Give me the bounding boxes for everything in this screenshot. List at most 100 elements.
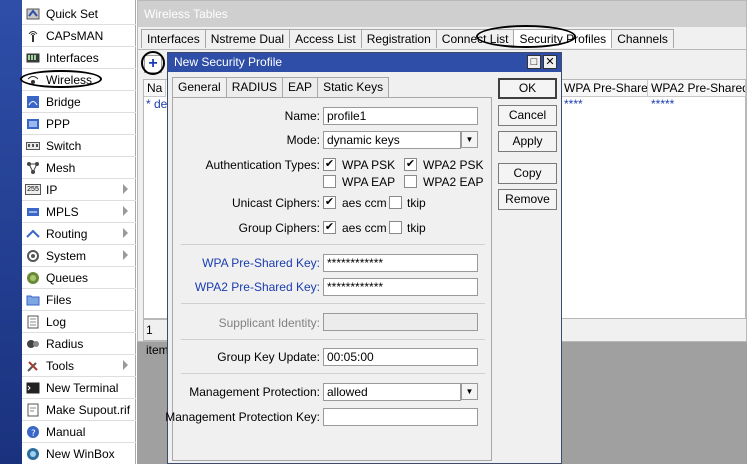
wpa2-psk-checkbox[interactable]: ✔	[404, 158, 417, 171]
column-header-wpa2-psk[interactable]: WPA2 Pre-Shared...	[648, 80, 746, 97]
sidebar-item-queues[interactable]: Queues	[22, 267, 136, 289]
sidebar-item-make-supout[interactable]: Make Supout.rif	[22, 399, 136, 421]
routing-icon	[25, 227, 41, 241]
wpa2-psk-label: WPA2 PSK	[423, 158, 484, 172]
remove-button[interactable]: Remove	[498, 189, 557, 210]
wpa-psk-key-field[interactable]: ************	[323, 254, 478, 272]
management-protection-dropdown-icon[interactable]: ▼	[461, 383, 478, 400]
unicast-tkip-checkbox[interactable]	[389, 196, 402, 209]
sidebar-item-switch[interactable]: Switch	[22, 135, 136, 157]
window-title: Wireless Tables	[138, 1, 746, 27]
mode-label: Mode:	[286, 133, 320, 147]
sidebar-item-label: New WinBox	[46, 446, 115, 461]
new-security-profile-dialog: New Security Profile □ ✕ General RADIUS …	[165, 52, 562, 464]
tab-static-keys[interactable]: Static Keys	[317, 77, 390, 97]
sidebar-item-log[interactable]: Log	[22, 311, 136, 333]
wpa2-psk-key-label: WPA2 Pre-Shared Key:	[194, 280, 320, 294]
ppp-icon	[25, 117, 41, 131]
bridge-icon	[25, 95, 41, 109]
sidebar-item-radius[interactable]: Radius	[22, 333, 136, 355]
tab-general[interactable]: General	[172, 77, 227, 98]
row-wpa-psk: ****	[564, 97, 583, 111]
submenu-arrow-icon	[123, 228, 128, 238]
tab-security-profiles[interactable]: Security Profiles	[513, 29, 613, 48]
maximize-button[interactable]: □	[527, 55, 541, 69]
group-aes-ccm-label: aes ccm	[342, 221, 387, 235]
sidebar-item-label: Files	[46, 292, 72, 307]
group-tkip-label: tkip	[407, 221, 426, 235]
sidebar-item-manual[interactable]: ? Manual	[22, 421, 136, 443]
tab-interfaces[interactable]: Interfaces	[141, 29, 206, 48]
sidebar-item-label: Manual	[46, 424, 86, 439]
wpa-eap-checkbox[interactable]	[323, 175, 336, 188]
switch-icon	[25, 139, 41, 153]
manual-icon: ?	[25, 425, 41, 439]
management-protection-select[interactable]: allowed	[323, 383, 461, 401]
group-aes-ccm-checkbox[interactable]: ✔	[323, 221, 336, 234]
column-header-name[interactable]: Na	[144, 80, 166, 97]
wpa2-psk-key-field[interactable]: ************	[323, 278, 478, 296]
sidebar-item-capsman[interactable]: CAPsMAN	[22, 25, 136, 47]
wpa-psk-checkbox[interactable]: ✔	[323, 158, 336, 171]
group-key-update-field[interactable]: 00:05:00	[323, 348, 478, 366]
management-protection-key-label: Management Protection Key:	[165, 410, 320, 424]
sidebar-brand-stripe	[0, 0, 22, 464]
mode-dropdown-icon[interactable]: ▼	[461, 131, 478, 148]
add-button[interactable]: +	[144, 55, 162, 73]
submenu-arrow-icon	[123, 250, 128, 260]
sidebar-item-files[interactable]: Files	[22, 289, 136, 311]
sidebar-item-ip[interactable]: 255 IP	[22, 179, 136, 201]
unicast-ciphers-label: Unicast Ciphers:	[231, 196, 320, 210]
interfaces-icon	[25, 51, 41, 65]
sidebar-item-interfaces[interactable]: Interfaces	[22, 47, 136, 69]
sidebar-item-label: System	[46, 248, 87, 263]
mesh-icon	[25, 161, 41, 175]
name-field[interactable]: profile1	[323, 107, 478, 125]
group-ciphers-label: Group Ciphers:	[238, 221, 320, 235]
mode-select[interactable]: dynamic keys	[323, 131, 461, 149]
sidebar-item-new-terminal[interactable]: New Terminal	[22, 377, 136, 399]
wpa2-eap-checkbox[interactable]	[404, 175, 417, 188]
group-tkip-checkbox[interactable]	[389, 221, 402, 234]
tab-nstreme-dual[interactable]: Nstreme Dual	[204, 29, 291, 48]
tab-eap[interactable]: EAP	[282, 77, 319, 97]
tab-radius[interactable]: RADIUS	[225, 77, 284, 97]
tab-channels[interactable]: Channels	[611, 29, 674, 48]
ok-button[interactable]: OK	[498, 78, 557, 99]
wpa-eap-label: WPA EAP	[342, 175, 396, 189]
sidebar-item-mpls[interactable]: MPLS	[22, 201, 136, 223]
sidebar-item-tools[interactable]: Tools	[22, 355, 136, 377]
dialog-title: New Security Profile	[168, 53, 561, 72]
log-icon	[25, 315, 41, 329]
sidebar-item-wireless[interactable]: Wireless	[22, 69, 136, 91]
unicast-aes-ccm-label: aes ccm	[342, 196, 387, 210]
row-marker: *	[146, 97, 151, 111]
column-header-wpa-psk[interactable]: WPA Pre-Shared ...	[561, 80, 648, 97]
sidebar-item-label: PPP	[46, 116, 71, 131]
dialog-tabs: General RADIUS EAP Static Keys	[172, 77, 390, 98]
tools-icon	[25, 359, 41, 373]
management-protection-key-field[interactable]	[323, 408, 478, 426]
submenu-arrow-icon	[123, 360, 128, 370]
unicast-aes-ccm-checkbox[interactable]: ✔	[323, 196, 336, 209]
sidebar-item-routing[interactable]: Routing	[22, 223, 136, 245]
sidebar-item-quick-set[interactable]: Quick Set	[22, 3, 136, 25]
close-button[interactable]: ✕	[543, 55, 557, 69]
sidebar-item-label: Wireless	[46, 72, 93, 87]
sidebar-item-label: Bridge	[46, 94, 81, 109]
quick-set-icon	[25, 7, 41, 21]
tab-access-list[interactable]: Access List	[289, 29, 362, 48]
sidebar-item-new-winbox[interactable]: New WinBox	[22, 443, 136, 464]
auth-types-label: Authentication Types:	[205, 158, 320, 172]
sidebar-item-bridge[interactable]: Bridge	[22, 91, 136, 113]
sidebar-item-ppp[interactable]: PPP	[22, 113, 136, 135]
tab-registration[interactable]: Registration	[360, 29, 437, 48]
group-key-update-label: Group Key Update:	[217, 350, 320, 364]
ip-badge: 255	[25, 184, 41, 195]
sidebar-item-system[interactable]: System	[22, 245, 136, 267]
copy-button[interactable]: Copy	[498, 163, 557, 184]
sidebar-item-mesh[interactable]: Mesh	[22, 157, 136, 179]
tab-connect-list[interactable]: Connect List	[435, 29, 515, 48]
apply-button[interactable]: Apply	[498, 131, 557, 152]
cancel-button[interactable]: Cancel	[498, 105, 557, 126]
